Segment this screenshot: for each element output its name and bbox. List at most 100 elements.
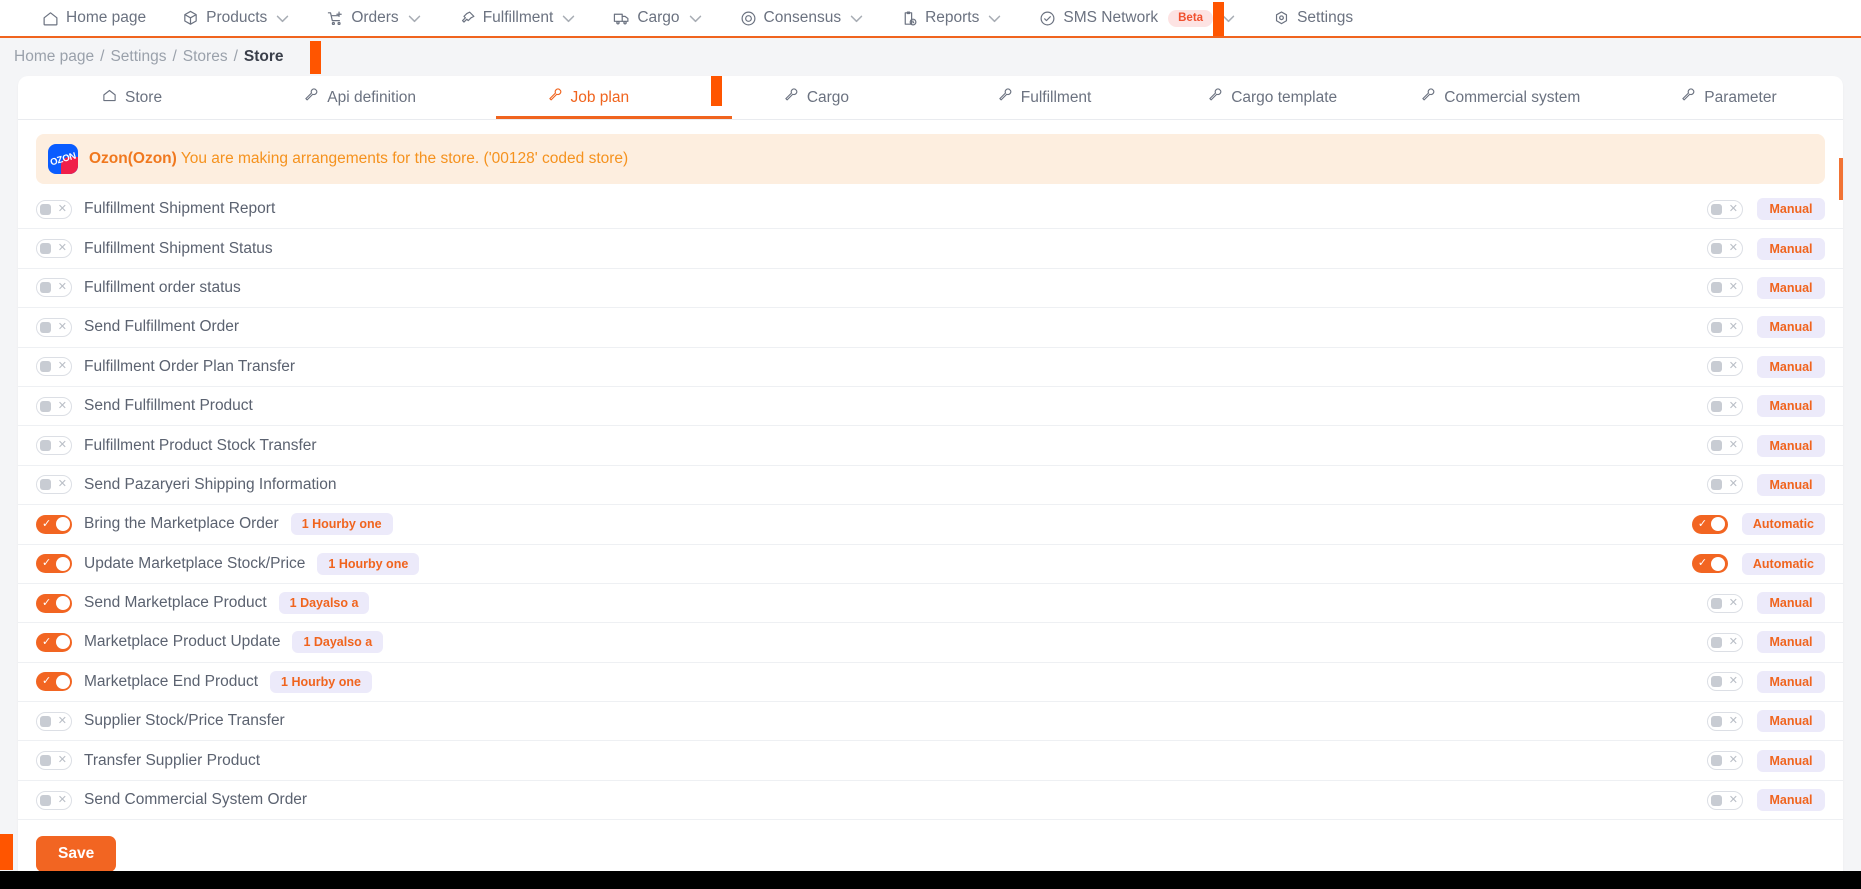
job-schedule-badge: 1 Dayalso a (278, 592, 370, 615)
job-toggle[interactable]: ✓ (36, 672, 72, 692)
job-toggle[interactable]: ✕ (36, 436, 72, 456)
job-mode-toggle[interactable]: ✓ (1691, 554, 1728, 574)
breadcrumb-item-home-page[interactable]: Home page (14, 48, 94, 66)
job-toggle[interactable]: ✕ (36, 475, 72, 495)
job-mode-toggle[interactable]: ✕ (1707, 396, 1743, 416)
cross-icon: ✕ (1728, 793, 1738, 806)
table-row: ✕ Fulfillment Order Plan Transfer ✕ Manu… (18, 348, 1843, 387)
pin-icon (459, 10, 476, 27)
toggle-knob (55, 556, 70, 571)
wrench-icon (998, 88, 1013, 108)
chevron-down-icon (989, 15, 1001, 22)
breadcrumb-item-stores[interactable]: Stores (183, 48, 228, 66)
job-mode-toggle[interactable]: ✕ (1707, 751, 1743, 771)
job-name: Update Marketplace Stock/Price (84, 554, 306, 572)
toggle-knob (1710, 361, 1722, 373)
job-mode-badge: Manual (1757, 198, 1825, 221)
job-mode-toggle[interactable]: ✕ (1707, 199, 1743, 219)
job-toggle[interactable]: ✓ (36, 554, 72, 574)
job-toggle[interactable]: ✕ (36, 357, 72, 377)
table-row: ✓ Send Marketplace Product 1 Dayalso a ✕… (18, 584, 1843, 624)
table-row: ✕ Transfer Supplier Product ✕ Manual (18, 741, 1843, 781)
job-mode-toggle[interactable]: ✕ (1707, 672, 1743, 692)
job-toggle[interactable]: ✓ (36, 593, 72, 613)
check-icon: ✓ (1697, 557, 1708, 570)
nav-item-products[interactable]: Products (164, 0, 309, 37)
job-mode-toggle[interactable]: ✕ (1707, 790, 1743, 810)
job-toggle[interactable]: ✓ (36, 632, 72, 652)
check-icon: ✓ (42, 596, 52, 609)
nav-item-fulfillment[interactable]: Fulfillment (441, 0, 596, 37)
tab-fulfillment[interactable]: Fulfillment (931, 76, 1159, 120)
job-toggle[interactable]: ✕ (36, 790, 72, 810)
job-mode-toggle[interactable]: ✕ (1707, 593, 1743, 613)
job-mode-toggle[interactable]: ✕ (1707, 475, 1743, 495)
cross-icon: ✕ (1728, 478, 1738, 491)
tab-cargo[interactable]: Cargo (702, 76, 930, 120)
toggle-knob (1710, 597, 1722, 609)
table-row: ✕ Send Fulfillment Product ✕ Manual (18, 387, 1843, 427)
job-mode-toggle[interactable]: ✕ (1707, 278, 1743, 298)
job-mode-badge: Manual (1757, 670, 1825, 693)
bottom-bar (0, 871, 1861, 889)
nav-label: Reports (925, 9, 980, 26)
tab-job-plan[interactable]: Job plan (474, 76, 702, 120)
tab-label: Parameter (1704, 89, 1777, 106)
nav-item-reports[interactable]: Reports (883, 0, 1021, 37)
cross-icon: ✕ (1728, 242, 1738, 255)
job-mode-toggle[interactable]: ✕ (1707, 239, 1743, 259)
job-toggle[interactable]: ✕ (36, 239, 72, 259)
job-mode-toggle[interactable]: ✕ (1707, 436, 1743, 456)
nav-item-consensus[interactable]: Consensus (722, 0, 884, 37)
job-mode-toggle[interactable]: ✕ (1707, 632, 1743, 652)
tab-parameter[interactable]: Parameter (1615, 76, 1843, 120)
table-row: ✓ Marketplace Product Update 1 Dayalso a… (18, 623, 1843, 663)
job-name: Transfer Supplier Product (84, 751, 261, 769)
job-name: Marketplace End Product (84, 672, 259, 690)
toggle-knob (1710, 636, 1722, 648)
tab-commercial-system[interactable]: Commercial system (1387, 76, 1615, 120)
job-toggle[interactable]: ✕ (36, 396, 72, 416)
breadcrumb-item-settings[interactable]: Settings (110, 48, 166, 66)
nav-label: Consensus (763, 9, 842, 26)
home-icon (42, 10, 59, 27)
cross-icon: ✕ (57, 478, 67, 491)
settings-tab-strip: Store Api definition Job plan Cargo Fulf… (18, 76, 1843, 120)
job-mode-toggle[interactable]: ✕ (1707, 711, 1743, 731)
job-toggle[interactable]: ✕ (36, 751, 72, 771)
check-icon: ✓ (42, 675, 52, 688)
table-row: ✕ Fulfillment Product Stock Transfer ✕ M… (18, 426, 1843, 466)
job-toggle[interactable]: ✓ (36, 514, 72, 534)
table-row: ✓ Bring the Marketplace Order 1 Hourby o… (18, 505, 1843, 545)
annotation-marker-save (0, 834, 13, 871)
tab-store[interactable]: Store (18, 76, 246, 120)
toggle-knob (1710, 715, 1722, 727)
job-mode-badge: Manual (1757, 316, 1825, 339)
cross-icon: ✕ (57, 202, 67, 215)
job-mode-toggle[interactable]: ✕ (1707, 317, 1743, 337)
nav-item-orders[interactable]: Orders (309, 0, 440, 37)
toggle-knob (1710, 794, 1722, 806)
nav-item-settings[interactable]: Settings (1255, 0, 1371, 37)
job-mode-toggle[interactable]: ✕ (1707, 357, 1743, 377)
job-mode-badge: Manual (1757, 276, 1825, 299)
toggle-knob (55, 635, 70, 650)
job-toggle[interactable]: ✕ (36, 317, 72, 337)
tab-cargo-template[interactable]: Cargo template (1159, 76, 1387, 120)
nav-item-cargo[interactable]: Cargo (595, 0, 721, 37)
job-schedule-badge: 1 Hourby one (270, 670, 372, 693)
job-mode-toggle[interactable]: ✓ (1691, 514, 1728, 534)
job-toggle[interactable]: ✕ (36, 199, 72, 219)
cross-icon: ✕ (57, 320, 67, 333)
job-toggle[interactable]: ✕ (36, 278, 72, 298)
tab-api-definition[interactable]: Api definition (246, 76, 474, 120)
save-button[interactable]: Save (36, 836, 117, 873)
tab-label: Store (125, 89, 163, 106)
annotation-marker-breadcrumb (310, 41, 321, 74)
cross-icon: ✕ (1728, 714, 1738, 727)
banner-detail: You are making arrangements for the stor… (176, 150, 629, 167)
job-toggle[interactable]: ✕ (36, 711, 72, 731)
cross-icon: ✕ (1728, 320, 1738, 333)
annotation-marker-settings (1213, 2, 1224, 36)
nav-item-home-page[interactable]: Home page (24, 0, 164, 37)
